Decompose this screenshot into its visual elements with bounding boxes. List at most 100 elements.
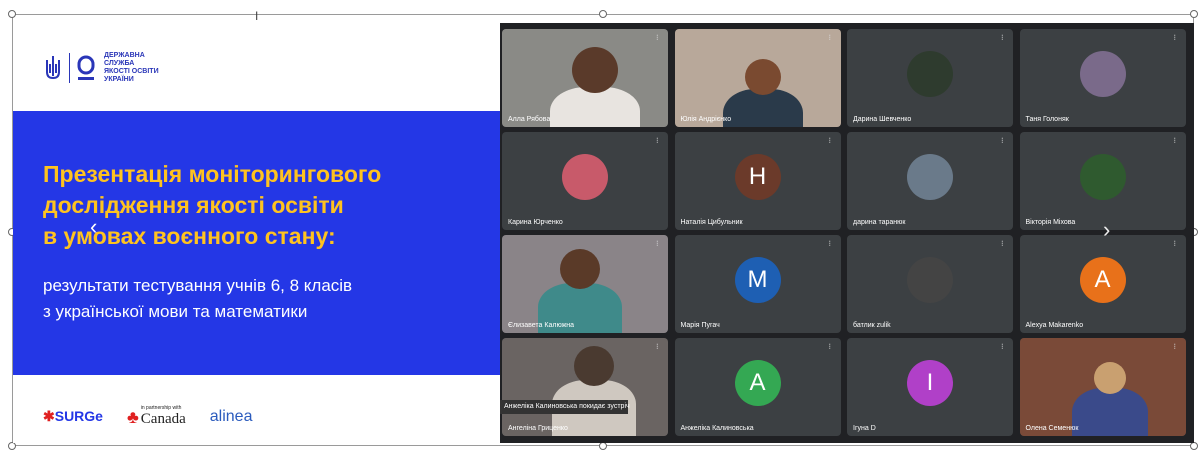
participant-name: Ангеліна Гриценко — [508, 425, 568, 432]
participant-tile[interactable]: ⁝ Олена Семенюк — [1019, 338, 1186, 436]
partner-logos: ✱SURGe ♣ in partnership with Canada alin… — [43, 405, 252, 428]
participant-tile[interactable]: ⁝ батлик zulik — [847, 235, 1013, 333]
agency-name-line: ДЕРЖАВНА — [104, 52, 145, 59]
profile-photo — [1079, 51, 1126, 98]
participant-tile[interactable]: ⁝ Єлизавета Калюжна — [502, 235, 668, 333]
participant-name: Карина Юрченко — [508, 219, 563, 226]
canada-logo: ♣ in partnership with Canada — [127, 405, 186, 428]
agency-name-line: СЛУЖБА — [104, 60, 135, 67]
participant-name: Олена Семенюк — [1025, 425, 1079, 432]
resize-handle-bl[interactable] — [8, 442, 16, 450]
canada-text: in partnership with Canada — [141, 405, 186, 428]
participant-tile[interactable]: ⁝ Таня Голоняк — [1019, 29, 1186, 127]
initial-avatar: Н — [734, 154, 781, 201]
mic-muted-icon: ⁝ — [1173, 342, 1177, 351]
participant-video — [674, 29, 841, 127]
profile-photo — [562, 154, 608, 201]
participant-name: дарина таранюк — [853, 219, 906, 226]
slide-subtitle-line: результати тестування учнів 6, 8 класів — [43, 276, 353, 295]
mic-muted-icon: ⁝ — [656, 33, 659, 42]
agency-logo: ДЕРЖАВНА СЛУЖБА ЯКОСТІ ОСВІТИ УКРАЇНИ — [43, 48, 159, 88]
participant-name: Марія Пугач — [680, 322, 720, 329]
participant-name: Наталія Цибульник — [680, 219, 743, 226]
initial-avatar: А — [734, 360, 781, 407]
participant-name: Вікторія Міхова — [1025, 219, 1076, 226]
canada-label: Canada — [140, 411, 186, 427]
participant-tile[interactable]: ⁝ Алла Рябова — [502, 29, 668, 127]
agency-name-line: УКРАЇНИ — [104, 76, 134, 83]
slide-subtitle-line: з української мови та математики — [43, 302, 308, 321]
participant-head — [572, 47, 618, 93]
surge-logo: ✱SURGe — [43, 408, 103, 425]
surge-label: SURGe — [54, 408, 103, 424]
participant-name: Анжеліка Калиновська — [680, 425, 754, 432]
resize-handle-tr[interactable] — [1190, 10, 1198, 18]
participant-video — [502, 235, 668, 333]
mic-muted-icon: ⁝ — [656, 136, 659, 145]
profile-photo — [907, 154, 953, 201]
surge-star-icon: ✱ — [43, 408, 55, 424]
slide-title-line: Презентація моніторингового — [43, 161, 382, 187]
participant-name: батлик zulik — [853, 322, 891, 329]
participant-video — [502, 338, 668, 436]
profile-photo — [1079, 154, 1126, 201]
leave-notification: Анжеліка Калиновська покидає зустріч — [500, 400, 630, 414]
trident-icon — [46, 56, 60, 80]
mic-muted-icon: ⁝ — [828, 342, 832, 351]
slide-subtitle: результати тестування учнів 6, 8 класів … — [43, 273, 352, 325]
participant-head — [1093, 362, 1126, 394]
resize-handle-bm[interactable] — [599, 442, 607, 450]
participant-tile[interactable]: ⁝ Вікторія Міхова — [1019, 132, 1186, 230]
resize-handle-br[interactable] — [1190, 442, 1198, 450]
participant-body — [550, 87, 640, 127]
participant-body — [1071, 388, 1148, 436]
agency-name-line: ЯКОСТІ ОСВІТИ — [104, 68, 159, 75]
participant-tile[interactable]: А ⁝ Alexya Makarenko — [1019, 235, 1186, 333]
agency-mark-icon — [77, 55, 95, 80]
mic-muted-icon: ⁝ — [1173, 239, 1177, 248]
participant-tile[interactable]: А ⁝ Анжеліка Калиновська — [674, 338, 841, 436]
participant-tile[interactable]: ⁝ Дарина Шевченко — [847, 29, 1013, 127]
next-page-icon[interactable]: › — [1103, 217, 1110, 243]
participant-tile[interactable]: ⁝ Ангеліна Гриценко — [502, 338, 668, 436]
logo-divider — [69, 53, 70, 83]
participant-tile[interactable]: І ⁝ Ігуна D — [847, 338, 1013, 436]
participant-tile[interactable]: М ⁝ Марія Пугач — [674, 235, 841, 333]
resize-handle-tm[interactable] — [599, 10, 607, 18]
initial-avatar: М — [734, 257, 781, 304]
initial-avatar: І — [907, 360, 953, 407]
participant-head — [744, 59, 781, 95]
participant-name: Alexya Makarenko — [1025, 322, 1084, 329]
text-cursor-icon: I — [255, 9, 259, 23]
initial-avatar: А — [1079, 257, 1126, 304]
mic-muted-icon: ⁝ — [1173, 136, 1177, 145]
participant-head — [574, 346, 614, 386]
participant-tile[interactable]: Н ⁝ Наталія Цибульник — [674, 132, 841, 230]
participant-name: Ігуна D — [853, 425, 876, 432]
participant-name: Юлія Андрієнко — [680, 116, 732, 123]
participant-tile[interactable]: ⁝ Карина Юрченко — [502, 132, 668, 230]
participant-name: Алла Рябова — [508, 116, 551, 123]
mic-muted-icon: ⁝ — [1001, 33, 1004, 42]
participant-tile[interactable]: ⁝ дарина таранюк — [847, 132, 1013, 230]
participant-name: Дарина Шевченко — [853, 116, 912, 123]
mic-muted-icon: ⁝ — [828, 33, 832, 42]
prev-page-icon[interactable]: ‹ — [90, 214, 97, 240]
profile-photo — [907, 257, 953, 304]
mic-muted-icon: ⁝ — [1001, 136, 1004, 145]
profile-photo — [907, 51, 953, 98]
participant-head — [560, 249, 600, 289]
participant-name: Таня Голоняк — [1025, 116, 1069, 123]
participant-video — [1019, 338, 1186, 436]
mic-muted-icon: ⁝ — [1001, 239, 1004, 248]
participant-tile[interactable]: ⁝ Юлія Андрієнко — [674, 29, 841, 127]
agency-name: ДЕРЖАВНА СЛУЖБА ЯКОСТІ ОСВІТИ УКРАЇНИ — [104, 52, 159, 84]
mic-muted-icon: ⁝ — [1001, 342, 1004, 351]
resize-handle-tl[interactable] — [8, 10, 16, 18]
mic-muted-icon: ⁝ — [1173, 33, 1177, 42]
presentation-slide: ДЕРЖАВНА СЛУЖБА ЯКОСТІ ОСВІТИ УКРАЇНИ Пр… — [13, 23, 500, 443]
title-banner: Презентація моніторингового дослідження … — [13, 111, 500, 375]
maple-leaf-icon: ♣ — [126, 407, 139, 427]
participant-name: Єлизавета Калюжна — [508, 322, 575, 329]
mic-muted-icon: ⁝ — [828, 239, 832, 248]
